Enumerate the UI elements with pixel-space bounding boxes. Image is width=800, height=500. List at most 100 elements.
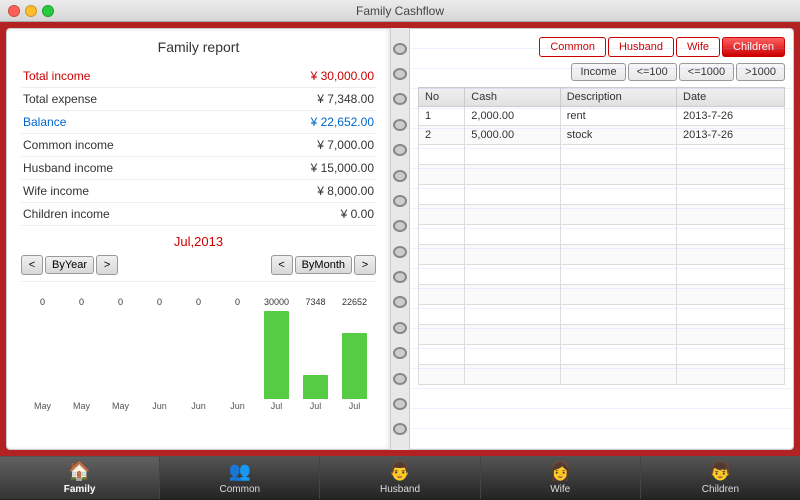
- chart-col: 0 May: [64, 297, 99, 411]
- table-row[interactable]: 1 2,000.00 rent 2013-7-26: [419, 107, 785, 126]
- husband-icon: 👨: [389, 461, 411, 482]
- bar-container: [337, 309, 372, 399]
- report-label: Wife income: [21, 180, 228, 203]
- children-icon: 👦: [709, 461, 731, 482]
- col-no: No: [419, 88, 465, 107]
- common-icon: 👥: [229, 461, 251, 482]
- table-row-empty: [419, 345, 785, 365]
- chart-col: 0 Jun: [142, 297, 177, 411]
- spiral-ring: [393, 296, 407, 308]
- spiral-ring: [393, 170, 407, 182]
- year-nav-label: ByYear: [45, 256, 94, 274]
- report-value: ¥ 8,000.00: [228, 180, 376, 203]
- year-next-button[interactable]: >: [96, 255, 118, 275]
- chart-month: May: [112, 401, 129, 411]
- left-panel: Family report Total income ¥ 30,000.00 T…: [6, 28, 391, 450]
- tab-wife[interactable]: Wife: [676, 37, 720, 57]
- window-title: Family Cashflow: [356, 4, 444, 18]
- tabbar-item-husband[interactable]: 👨 Husband: [320, 457, 480, 499]
- report-label: Common income: [21, 134, 228, 157]
- chart-col: 22652 Jul: [337, 297, 372, 411]
- tabbar-label: Wife: [550, 484, 570, 495]
- spiral-ring: [393, 347, 407, 359]
- col-cash: Cash: [465, 88, 560, 107]
- spiral-ring: [393, 144, 407, 156]
- chart-value: 0: [40, 297, 45, 307]
- report-table: Total income ¥ 30,000.00 Total expense ¥…: [21, 65, 376, 226]
- tabbar-item-common[interactable]: 👥 Common: [160, 457, 320, 499]
- cell-no: 1: [419, 107, 465, 126]
- report-value: ¥ 15,000.00: [228, 157, 376, 180]
- month-nav-label: ByMonth: [295, 256, 352, 274]
- spiral-ring: [393, 93, 407, 105]
- chart-value: 22652: [342, 297, 367, 307]
- filter-lte100[interactable]: <=100: [628, 63, 677, 81]
- bar-container: [298, 309, 333, 399]
- chart-value: 0: [118, 297, 123, 307]
- chart-col: 0 May: [103, 297, 138, 411]
- month-next-button[interactable]: >: [354, 255, 376, 275]
- cell-desc: stock: [560, 126, 676, 145]
- table-row-empty: [419, 265, 785, 285]
- tabbar-item-wife[interactable]: 👩 Wife: [481, 457, 641, 499]
- chart-value: 30000: [264, 297, 289, 307]
- tab-common[interactable]: Common: [539, 37, 606, 57]
- table-row[interactable]: 2 5,000.00 stock 2013-7-26: [419, 126, 785, 145]
- nav-row: < ByYear > < ByMonth >: [21, 255, 376, 275]
- close-button[interactable]: [8, 5, 20, 17]
- chart-month: Jul: [349, 401, 361, 411]
- bar: [342, 333, 367, 399]
- table-row-empty: [419, 165, 785, 185]
- window-controls: [8, 5, 54, 17]
- report-row: Balance ¥ 22,652.00: [21, 111, 376, 134]
- tabbar-label: Children: [702, 484, 739, 495]
- tab-children[interactable]: Children: [722, 37, 785, 57]
- report-label: Children income: [21, 203, 228, 226]
- report-value: ¥ 7,348.00: [228, 88, 376, 111]
- cell-cash: 5,000.00: [465, 126, 560, 145]
- tabbar-item-family[interactable]: 🏠 Family: [0, 457, 160, 499]
- report-row: Total income ¥ 30,000.00: [21, 65, 376, 88]
- year-nav: < ByYear >: [21, 255, 118, 275]
- year-prev-button[interactable]: <: [21, 255, 43, 275]
- cell-date: 2013-7-26: [677, 126, 785, 145]
- chart-month: May: [73, 401, 90, 411]
- chart-month: Jun: [230, 401, 245, 411]
- month-prev-button[interactable]: <: [271, 255, 293, 275]
- title-bar: Family Cashflow: [0, 0, 800, 22]
- bar-container: [220, 309, 255, 399]
- bar-container: [25, 309, 60, 399]
- report-row: Total expense ¥ 7,348.00: [21, 88, 376, 111]
- table-row-empty: [419, 285, 785, 305]
- report-row: Children income ¥ 0.00: [21, 203, 376, 226]
- report-value: ¥ 30,000.00: [228, 65, 376, 88]
- table-row-empty: [419, 205, 785, 225]
- tabbar-item-children[interactable]: 👦 Children: [641, 457, 800, 499]
- filter-gt1000[interactable]: >1000: [736, 63, 785, 81]
- table-row-empty: [419, 245, 785, 265]
- spiral-ring: [393, 398, 407, 410]
- report-label: Total income: [21, 65, 228, 88]
- filter-lte1000[interactable]: <=1000: [679, 63, 734, 81]
- cell-desc: rent: [560, 107, 676, 126]
- chart-value: 0: [157, 297, 162, 307]
- chart-month: May: [34, 401, 51, 411]
- report-label: Balance: [21, 111, 228, 134]
- table-row-empty: [419, 185, 785, 205]
- table-row-empty: [419, 365, 785, 385]
- report-value: ¥ 7,000.00: [228, 134, 376, 157]
- report-label: Total expense: [21, 88, 228, 111]
- chart-col: 0 Jun: [220, 297, 255, 411]
- maximize-button[interactable]: [42, 5, 54, 17]
- main-content: Family report Total income ¥ 30,000.00 T…: [0, 22, 800, 456]
- tab-husband[interactable]: Husband: [608, 37, 674, 57]
- tabbar-label: Common: [220, 484, 261, 495]
- table-row-empty: [419, 225, 785, 245]
- bar-container: [103, 309, 138, 399]
- filter-income[interactable]: Income: [571, 63, 625, 81]
- bar-container: [259, 309, 294, 399]
- spiral-ring: [393, 220, 407, 232]
- right-panel: Common Husband Wife Children Income <=10…: [409, 28, 794, 450]
- minimize-button[interactable]: [25, 5, 37, 17]
- chart-col: 0 May: [25, 297, 60, 411]
